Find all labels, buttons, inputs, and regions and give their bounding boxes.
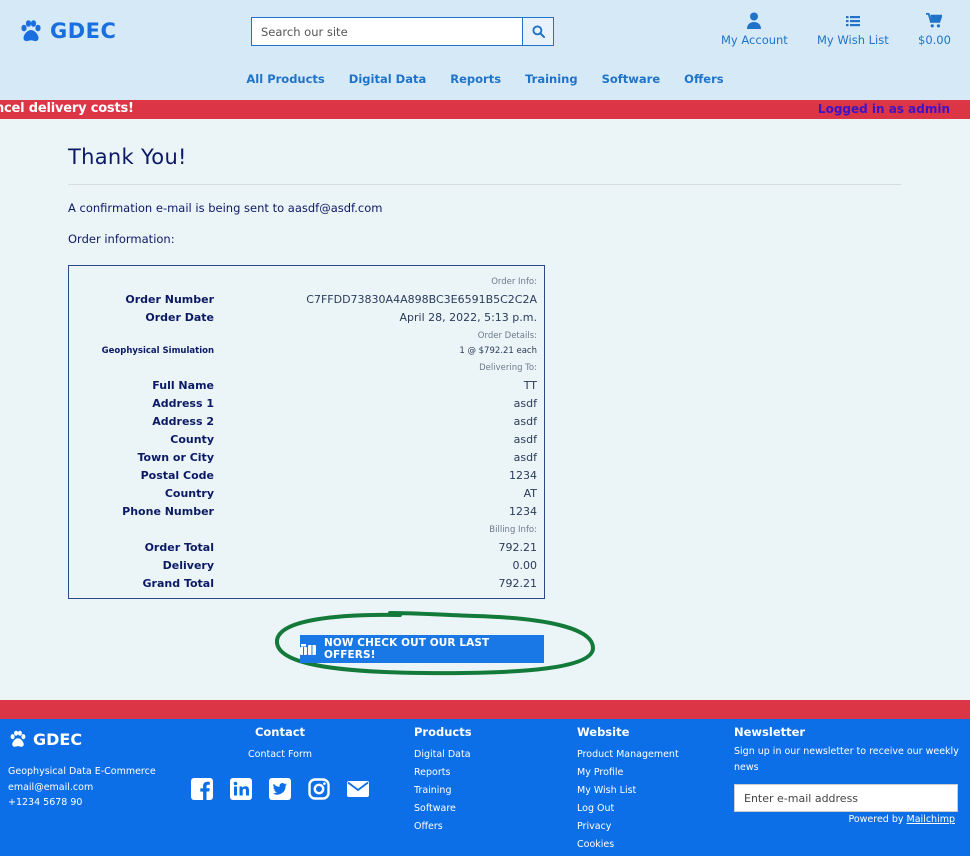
products-heading: Products bbox=[414, 725, 472, 739]
mailchimp-link[interactable]: Mailchimp bbox=[907, 814, 955, 825]
nav-reports[interactable]: Reports bbox=[450, 72, 501, 86]
search-bar bbox=[251, 17, 554, 46]
order-number: C7FFDD73830A4A898BC3E6591B5C2C2A bbox=[306, 293, 537, 306]
newsletter-description: Sign up in our newsletter to receive our… bbox=[734, 746, 959, 773]
website-heading: Website bbox=[577, 725, 630, 739]
nav-offers[interactable]: Offers bbox=[684, 72, 723, 86]
contact-heading: Contact bbox=[254, 725, 306, 739]
brand-logo[interactable]: GDEC bbox=[18, 18, 116, 44]
company-phone: +1234 5678 90 bbox=[8, 797, 83, 808]
search-icon bbox=[531, 25, 545, 38]
footer-link-log-out[interactable]: Log Out bbox=[577, 800, 679, 818]
nav-digital-data[interactable]: Digital Data bbox=[349, 72, 426, 86]
confirmation-message: A confirmation e-mail is being sent to a… bbox=[68, 201, 383, 215]
powered-by: Powered by Mailchimp bbox=[734, 814, 955, 825]
newsletter-signup: Newsletter Sign up in our newsletter to … bbox=[734, 725, 959, 825]
footer-website-column: Website Product Management My Profile My… bbox=[577, 725, 679, 854]
footer-link-training[interactable]: Training bbox=[414, 782, 472, 800]
footer-brand-logo[interactable]: GDEC bbox=[8, 729, 82, 749]
cart-total: $0.00 bbox=[918, 33, 951, 47]
product-name: Geophysical Simulation bbox=[101, 346, 214, 356]
gifts-icon bbox=[300, 644, 316, 655]
brand-name: GDEC bbox=[50, 19, 117, 43]
footer-link-software[interactable]: Software bbox=[414, 800, 472, 818]
product-quantity: 1 @ $792.21 each bbox=[459, 346, 537, 356]
footer-link-digital-data[interactable]: Digital Data bbox=[414, 746, 472, 764]
linkedin-icon[interactable] bbox=[229, 777, 253, 801]
footer-link-privacy[interactable]: Privacy bbox=[577, 818, 679, 836]
contact-form-link[interactable]: Contact Form bbox=[220, 746, 340, 764]
page-title: Thank You! bbox=[68, 145, 187, 169]
footer-link-product-management[interactable]: Product Management bbox=[577, 746, 679, 764]
paw-icon bbox=[21, 20, 41, 42]
social-links bbox=[190, 777, 370, 801]
footer-contact-column: Contact Contact Form bbox=[220, 725, 340, 764]
my-account-label: My Account bbox=[721, 33, 788, 47]
check-offers-label: NOW CHECK OUT OUR LAST OFFERS! bbox=[323, 637, 490, 661]
my-wish-list-label: My Wish List bbox=[817, 33, 889, 47]
nav-all-products[interactable]: All Products bbox=[246, 72, 324, 86]
order-date: April 28, 2022, 5:13 p.m. bbox=[399, 311, 537, 324]
my-account-link[interactable]: My Account bbox=[721, 12, 788, 47]
footer-link-my-profile[interactable]: My Profile bbox=[577, 764, 679, 782]
main-nav: All Products Digital Data Reports Traini… bbox=[0, 72, 970, 86]
footer-link-offers[interactable]: Offers bbox=[414, 818, 472, 836]
offer-callout: NOW CHECK OUT OUR LAST OFFERS! bbox=[275, 610, 595, 678]
instagram-icon[interactable] bbox=[307, 777, 331, 801]
banner-message: ncel delivery costs! bbox=[0, 101, 134, 116]
wish-list-link[interactable]: My Wish List bbox=[817, 12, 889, 47]
footer-brand-name: GDEC bbox=[33, 729, 83, 749]
newsletter-heading: Newsletter bbox=[734, 725, 806, 739]
cart-link[interactable]: $0.00 bbox=[918, 12, 951, 47]
search-button[interactable] bbox=[522, 18, 553, 45]
company-name: Geophysical Data E-Commerce bbox=[8, 766, 156, 777]
paw-icon bbox=[10, 730, 26, 747]
divider bbox=[68, 184, 901, 185]
checkout-success: Thank You! A confirmation e-mail is bein… bbox=[68, 145, 901, 676]
check-offers-button[interactable]: NOW CHECK OUT OUR LAST OFFERS! bbox=[300, 635, 544, 663]
facebook-icon[interactable] bbox=[190, 777, 214, 801]
list-icon bbox=[845, 16, 860, 27]
powered-by-prefix: Powered by bbox=[848, 814, 907, 825]
envelope-icon[interactable] bbox=[346, 777, 370, 801]
order-information-label: Order information: bbox=[68, 232, 175, 246]
nav-software[interactable]: Software bbox=[602, 72, 661, 86]
twitter-icon[interactable] bbox=[268, 777, 292, 801]
search-input[interactable] bbox=[252, 18, 522, 45]
footer-divider-strip bbox=[0, 700, 970, 719]
logged-in-status: Logged in as admin bbox=[817, 102, 950, 116]
order-summary-table: Order Info: Order Number C7FFDD73830A4A8… bbox=[68, 265, 545, 599]
site-header: GDEC My Account My Wish List $0.00 All P… bbox=[0, 0, 970, 100]
footer-products-column: Products Digital Data Reports Training S… bbox=[414, 725, 472, 836]
nav-training[interactable]: Training bbox=[525, 72, 578, 86]
footer-link-reports[interactable]: Reports bbox=[414, 764, 472, 782]
promo-banner: ncel delivery costs! Logged in as admin bbox=[0, 100, 970, 119]
company-email: email@email.com bbox=[8, 781, 94, 793]
newsletter-email-input[interactable] bbox=[734, 784, 958, 812]
user-icon bbox=[747, 12, 762, 29]
footer-link-cookies[interactable]: Cookies bbox=[577, 836, 679, 854]
footer-link-my-wish-list[interactable]: My Wish List bbox=[577, 782, 679, 800]
company-info: Geophysical Data E-Commerce email@email.… bbox=[8, 764, 156, 811]
cart-icon bbox=[926, 12, 943, 28]
site-footer: GDEC Geophysical Data E-Commerce email@e… bbox=[0, 719, 970, 856]
